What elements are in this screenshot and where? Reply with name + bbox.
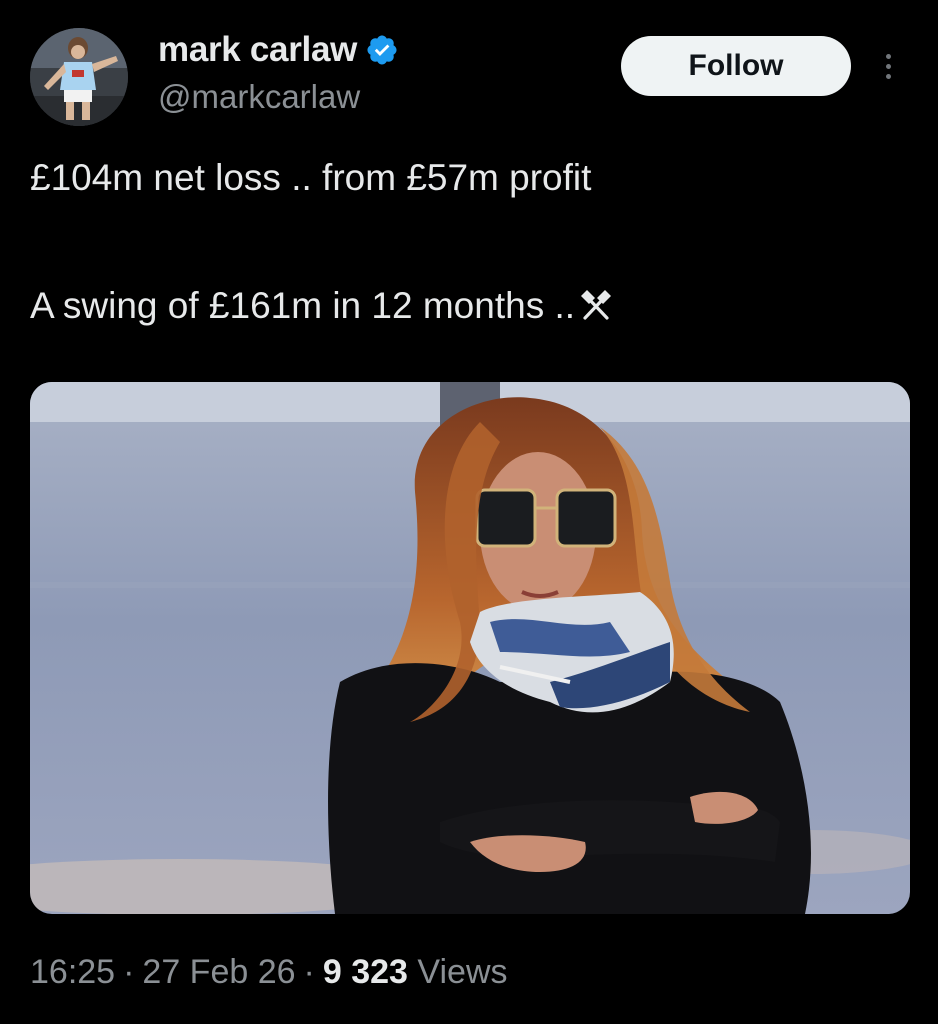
author-display-name[interactable]: mark carlaw — [158, 30, 357, 70]
tweet-text-line-2: A swing of £161m in 12 months .. — [30, 284, 613, 328]
follow-button[interactable]: Follow — [621, 36, 851, 96]
views-label: Views — [417, 953, 508, 991]
crossed-hammers-icon — [581, 290, 612, 320]
tweet-text-line-1: £104m net loss .. from £57m profit — [30, 157, 592, 198]
author-handle[interactable]: @markcarlaw — [158, 78, 360, 116]
avatar[interactable] — [30, 28, 128, 126]
more-dot — [885, 63, 891, 69]
avatar-photo — [30, 28, 128, 126]
tweet-date[interactable]: 27 Feb 26 — [142, 953, 295, 991]
verified-badge-icon — [367, 35, 397, 65]
more-dot — [885, 53, 891, 59]
views-count[interactable]: 9 323 — [323, 953, 408, 991]
more-options-icon[interactable] — [876, 46, 900, 86]
tweet-time[interactable]: 16:25 — [30, 953, 115, 991]
author-name-row: mark carlaw — [158, 30, 399, 70]
more-dot — [885, 73, 891, 79]
meta-separator: · — [123, 953, 135, 991]
photo-woman-sunglasses-scarf — [30, 382, 910, 914]
tweet-media-photo[interactable] — [30, 382, 910, 914]
tweet-meta: 16:25 · 27 Feb 26 · 9 323 Views — [30, 950, 508, 994]
tweet-text-line-2-text: A swing of £161m in 12 months .. — [30, 285, 576, 326]
meta-separator: · — [303, 953, 315, 991]
tweet-header: mark carlaw @markcarlaw Follow — [0, 0, 938, 140]
